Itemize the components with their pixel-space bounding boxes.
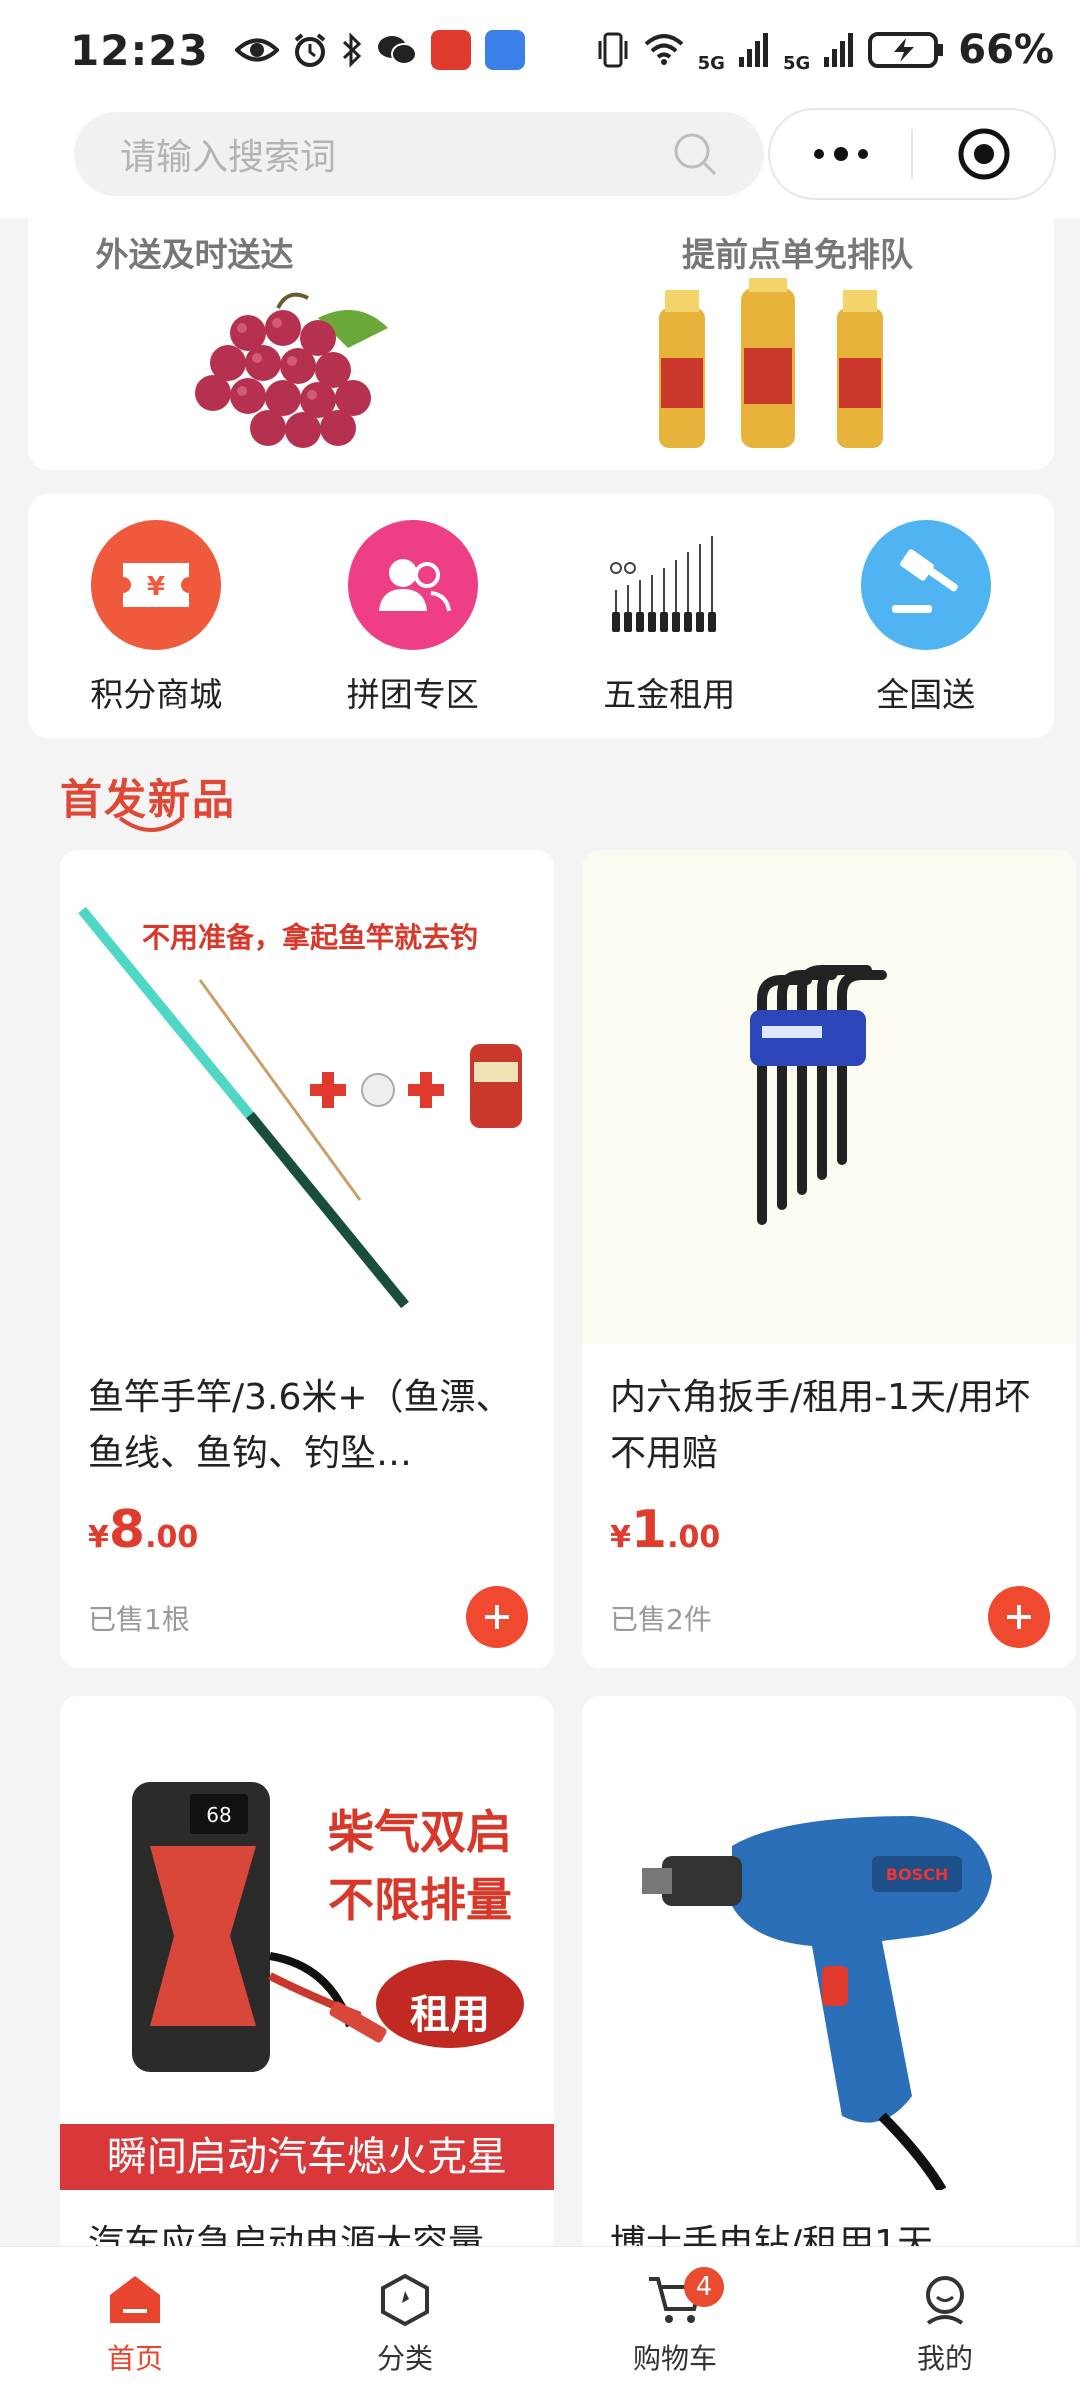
product-name: 鱼竿手竿/3.6米+（鱼漂、鱼线、鱼钩、钓坠… (88, 1377, 512, 1474)
rent-bubble-text: 租用 (410, 1992, 490, 2038)
promo-preorder[interactable]: 提前点单免排队 (541, 218, 1054, 470)
price-integer: 8 (108, 1500, 146, 1560)
category-grid: ¥ 积分商城 拼团专区 五金租用 全国送 (28, 494, 1054, 738)
price-symbol: ¥ (88, 1520, 109, 1555)
signal-icon-2 (824, 33, 854, 67)
tab-label: 分类 (376, 2342, 433, 2375)
electric-drill-image: BOSCH (582, 1696, 1076, 2190)
category-hexagon-icon (381, 2273, 429, 2327)
price-decimal: .00 (667, 1520, 721, 1555)
product-card[interactable]: 内六角扳手/租用-1天/用坏不用赔 ¥1.00 已售2件 (582, 850, 1076, 1668)
wifi-icon (644, 34, 683, 65)
category-nationwide[interactable]: 全国送 (798, 494, 1055, 738)
promo-delivery[interactable]: 外送及时送达 (28, 218, 541, 470)
product-card[interactable]: 不用准备，拿起鱼竿就去钓 鱼竿手竿/3.6米+（鱼漂、鱼线、鱼钩、钓坠… ¥8.… (60, 850, 554, 1668)
category-label: 拼团专区 (346, 675, 479, 714)
section-title-underline (118, 816, 184, 832)
search-input[interactable]: 请输入搜索词 (74, 112, 764, 196)
product-name: 内六角扳手/租用-1天/用坏不用赔 (610, 1377, 1031, 1474)
tab-category[interactable]: 分类 (270, 2247, 540, 2400)
app-notification-icon (430, 30, 471, 70)
bottom-tab-bar: 首页 分类 4 购物车 我的 (0, 2246, 1080, 2400)
search-header: 请输入搜索词 (0, 100, 1080, 218)
auction-hammer-icon (860, 520, 991, 650)
drink-bottles-image (659, 278, 883, 448)
bluetooth-icon (342, 32, 361, 68)
alarm-icon (294, 33, 325, 67)
network-label-2: 5G (782, 52, 811, 74)
app-notification-icon-2 (484, 30, 525, 70)
hex-key-set-image (582, 850, 1076, 1344)
svg-text:68: 68 (206, 1803, 231, 1827)
network-label-1: 5G (697, 52, 725, 74)
category-hardware-rental[interactable]: 五金租用 (541, 494, 798, 738)
battery-icon (868, 32, 944, 68)
category-label: 五金租用 (603, 675, 736, 714)
tab-home[interactable]: 首页 (0, 2247, 270, 2400)
group-buy-icon (347, 520, 478, 650)
search-icon[interactable] (672, 131, 718, 177)
target-close-icon (958, 128, 1009, 180)
vibrate-icon (598, 32, 628, 68)
promo-banner[interactable]: 外送及时送达 提前点单免排队 (28, 218, 1054, 470)
category-label: 积分商城 (90, 675, 223, 714)
jump-starter-image: 68 (60, 1696, 554, 2190)
price-symbol: ¥ (610, 1520, 631, 1555)
promo-left-title: 外送及时送达 (95, 235, 294, 274)
points-mall-icon: ¥ (91, 520, 222, 650)
tab-label: 首页 (106, 2342, 163, 2375)
screwdriver-set-icon (604, 520, 735, 650)
profile-icon (926, 2276, 964, 2325)
tab-label: 我的 (916, 2342, 973, 2375)
search-placeholder: 请输入搜索词 (120, 137, 337, 178)
signal-icon-1 (738, 33, 768, 67)
category-label: 全国送 (876, 675, 976, 714)
miniprogram-capsule (768, 108, 1056, 200)
svg-text:¥: ¥ (147, 572, 165, 602)
tab-cart[interactable]: 4 购物车 (540, 2247, 810, 2400)
category-group-buy[interactable]: 拼团专区 (285, 494, 542, 738)
svg-text:BOSCH: BOSCH (886, 1865, 948, 1884)
tab-label: 购物车 (632, 2342, 717, 2375)
plus-icon (1007, 1605, 1031, 1629)
product-bottom-strip: 瞬间启动汽车熄火克星 (60, 2124, 554, 2190)
wechat-icon (377, 36, 417, 65)
product-card[interactable]: 68 柴气双启 不限排量 租用 瞬间启动汽车熄火克星 汽车应急启动电源大容量 (60, 1696, 554, 2256)
price-integer: 1 (630, 1500, 668, 1560)
product-price: ¥8.00 (88, 1500, 198, 1560)
category-points-mall[interactable]: ¥ 积分商城 (28, 494, 285, 738)
promo-right-title: 提前点单免排队 (682, 235, 913, 274)
add-to-cart-button[interactable] (466, 1586, 528, 1648)
product-card[interactable]: BOSCH 博士手电钻/租用1天 (582, 1696, 1076, 2256)
cart-badge: 4 (684, 2267, 724, 2307)
product-banner-text: 不用准备，拿起鱼竿就去钓 (142, 921, 479, 954)
eye-icon (234, 38, 279, 62)
product-price: ¥1.00 (610, 1500, 720, 1560)
sold-count: 已售2件 (610, 1603, 712, 1636)
status-time: 12:23 (70, 25, 209, 75)
more-dots-icon (813, 147, 868, 161)
grapes-image (195, 292, 388, 448)
add-to-cart-button[interactable] (988, 1586, 1050, 1648)
plus-icon (485, 1605, 509, 1629)
sold-count: 已售1根 (88, 1603, 190, 1636)
status-bar: 12:23 5G 5G 66% (0, 0, 1080, 100)
close-miniprogram-button[interactable] (913, 110, 1054, 198)
product-banner-line-1: 柴气双启 (328, 1805, 512, 1859)
tab-profile[interactable]: 我的 (810, 2247, 1080, 2400)
product-banner-line-2: 不限排量 (328, 1873, 512, 1927)
home-icon (110, 2276, 160, 2323)
more-menu-button[interactable] (770, 110, 911, 198)
price-decimal: .00 (145, 1520, 199, 1555)
battery-percent: 66% (958, 27, 1054, 73)
